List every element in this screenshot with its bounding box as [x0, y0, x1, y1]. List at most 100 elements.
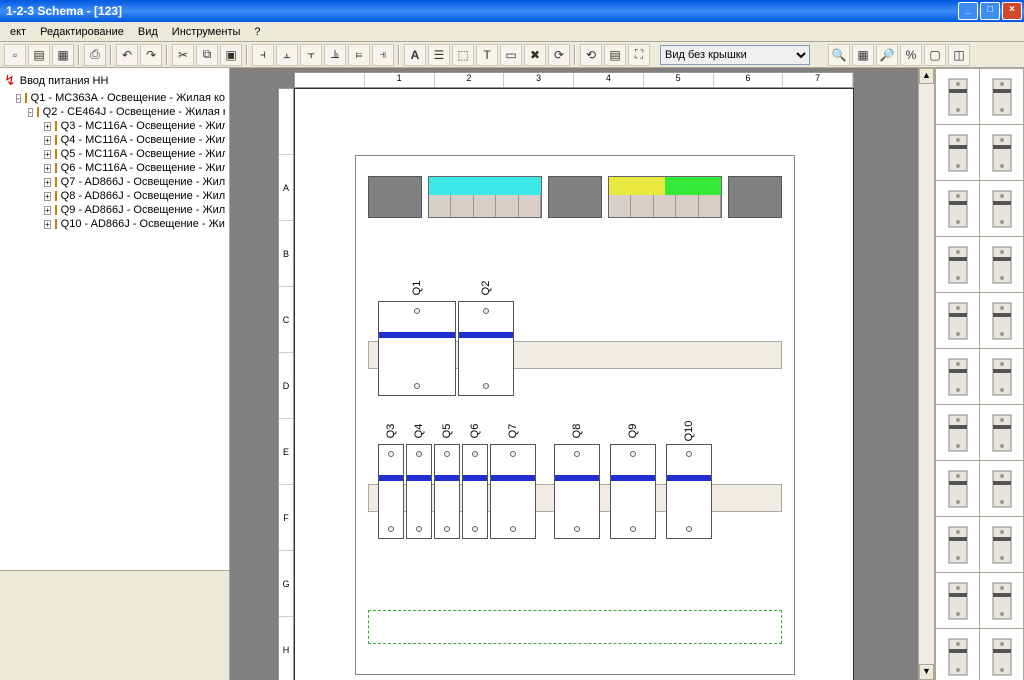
tree-node-q2[interactable]: - Q2 - CE464J - Освещение - Жилая ком — [4, 105, 225, 119]
fit-icon[interactable]: % — [900, 44, 922, 66]
tree-node-child[interactable]: +Q5 - MC116A - Освещение - Жилая — [4, 147, 225, 161]
zoom-page-icon[interactable]: ▦ — [852, 44, 874, 66]
page[interactable]: Q1Q2 Q3Q4Q5Q6Q7Q8Q9Q10 — [294, 88, 854, 680]
breaker-q7[interactable]: Q7 — [490, 444, 536, 539]
scroll-track[interactable] — [919, 84, 934, 664]
layers-icon[interactable]: ▤ — [604, 44, 626, 66]
refresh-icon[interactable]: ⟲ — [580, 44, 602, 66]
palette-component[interactable] — [936, 461, 979, 516]
tree-node-child[interactable]: +Q6 - MC116A - Освещение - Жилая — [4, 161, 225, 175]
align-right-icon[interactable]: ⫟ — [300, 44, 322, 66]
breaker-q4[interactable]: Q4 — [406, 444, 432, 539]
props-icon[interactable]: ☰ — [428, 44, 450, 66]
expander-icon[interactable]: - — [28, 108, 33, 117]
tree-node-q1[interactable]: - Q1 - MC363A - Освещение - Жилая комна — [4, 91, 225, 105]
tree-node-child[interactable]: +Q7 - AD866J - Освещение - Жилая — [4, 175, 225, 189]
palette-component[interactable] — [936, 405, 979, 460]
busbar-endcap[interactable] — [368, 176, 422, 218]
expander-icon[interactable]: - — [16, 94, 21, 103]
maximize-button[interactable]: □ — [980, 2, 1000, 20]
canvas-area[interactable]: 1234567 ABCDEFGH — [230, 68, 918, 680]
expander-icon[interactable]: + — [44, 150, 51, 159]
align-center-icon[interactable]: ⫠ — [276, 44, 298, 66]
rotate-icon[interactable]: ⟳ — [548, 44, 570, 66]
new-icon[interactable]: ▫ — [4, 44, 26, 66]
palette-component[interactable] — [980, 517, 1023, 572]
palette-component[interactable] — [980, 461, 1023, 516]
menu-edit[interactable]: Редактирование — [34, 24, 130, 40]
component-icon[interactable]: ⬚ — [452, 44, 474, 66]
palette-component[interactable] — [936, 293, 979, 348]
palette-component[interactable] — [936, 237, 979, 292]
box-icon[interactable]: ▭ — [500, 44, 522, 66]
breaker-q2[interactable]: Q2 — [458, 301, 514, 396]
print-icon[interactable]: ⎙ — [84, 44, 106, 66]
label-icon[interactable]: T — [476, 44, 498, 66]
cut-icon[interactable]: ✂ — [172, 44, 194, 66]
align-middle-icon[interactable]: ⫢ — [348, 44, 370, 66]
zoom-out-icon[interactable]: 🔎 — [876, 44, 898, 66]
breaker-q3[interactable]: Q3 — [378, 444, 404, 539]
busbar-endcap[interactable] — [728, 176, 782, 218]
canvas-scrollbar[interactable]: ▲ ▼ — [918, 68, 934, 680]
expander-icon[interactable]: + — [44, 192, 51, 201]
palette-component[interactable] — [980, 181, 1023, 236]
palette-component[interactable] — [936, 629, 979, 680]
open-icon[interactable]: ▤ — [28, 44, 50, 66]
breaker-q8[interactable]: Q8 — [554, 444, 600, 539]
palette-component[interactable] — [936, 517, 979, 572]
palette-component[interactable] — [936, 125, 979, 180]
palette-component[interactable] — [980, 629, 1023, 680]
tree-node-child[interactable]: +Q10 - AD866J - Освещение - Жила — [4, 217, 225, 231]
undo-icon[interactable]: ↶ — [116, 44, 138, 66]
text-icon[interactable]: A — [404, 44, 426, 66]
busbar-neutral[interactable] — [428, 176, 542, 218]
snap-icon[interactable]: ◫ — [948, 44, 970, 66]
palette-component[interactable] — [936, 181, 979, 236]
zoom-fit-icon[interactable]: ⛶ — [628, 44, 650, 66]
delete-icon[interactable]: ✖ — [524, 44, 546, 66]
busbar-earth[interactable] — [608, 176, 722, 218]
menu-tools[interactable]: Инструменты — [166, 24, 247, 40]
redo-icon[interactable]: ↷ — [140, 44, 162, 66]
expander-icon[interactable]: + — [44, 164, 51, 173]
align-top-icon[interactable]: ⫡ — [324, 44, 346, 66]
expander-icon[interactable]: + — [44, 136, 51, 145]
panel-frame[interactable]: Q1Q2 Q3Q4Q5Q6Q7Q8Q9Q10 — [355, 155, 795, 675]
scroll-up-icon[interactable]: ▲ — [919, 68, 934, 84]
palette-component[interactable] — [936, 573, 979, 628]
menu-view[interactable]: Вид — [132, 24, 164, 40]
scroll-down-icon[interactable]: ▼ — [919, 664, 934, 680]
breaker-q5[interactable]: Q5 — [434, 444, 460, 539]
menu-project[interactable]: ект — [4, 24, 32, 40]
expander-icon[interactable]: + — [44, 122, 51, 131]
breaker-q9[interactable]: Q9 — [610, 444, 656, 539]
palette-component[interactable] — [936, 69, 979, 124]
expander-icon[interactable]: + — [44, 206, 51, 215]
copy-icon[interactable]: ⧉ — [196, 44, 218, 66]
breaker-q1[interactable]: Q1 — [378, 301, 456, 396]
minimize-button[interactable]: _ — [958, 2, 978, 20]
tree-node-child[interactable]: +Q9 - AD866J - Освещение - Жилая — [4, 203, 225, 217]
menu-help[interactable]: ? — [248, 24, 266, 40]
tree-node-child[interactable]: +Q8 - AD866J - Освещение - Жилая — [4, 189, 225, 203]
close-button[interactable]: × — [1002, 2, 1022, 20]
breaker-q10[interactable]: Q10 — [666, 444, 712, 539]
tree-node-child[interactable]: +Q3 - MC116A - Освещение - Жилая — [4, 119, 225, 133]
palette-component[interactable] — [980, 125, 1023, 180]
palette-component[interactable] — [980, 573, 1023, 628]
zoom-in-icon[interactable]: 🔍 — [828, 44, 850, 66]
align-bottom-icon[interactable]: ⫣ — [372, 44, 394, 66]
palette-component[interactable] — [980, 349, 1023, 404]
grid-icon[interactable]: ▢ — [924, 44, 946, 66]
busbar-endcap[interactable] — [548, 176, 602, 218]
align-left-icon[interactable]: ⫞ — [252, 44, 274, 66]
palette-component[interactable] — [980, 69, 1023, 124]
label-strip-placeholder[interactable] — [368, 610, 782, 644]
tree-node-child[interactable]: +Q4 - MC116A - Освещение - Жилая — [4, 133, 225, 147]
palette-component[interactable] — [980, 237, 1023, 292]
tree-root[interactable]: ↯ Ввод питания НН — [4, 72, 225, 89]
palette-component[interactable] — [936, 349, 979, 404]
paste-icon[interactable]: ▣ — [220, 44, 242, 66]
project-tree[interactable]: ↯ Ввод питания НН - Q1 - MC363A - Освеще… — [0, 68, 229, 570]
